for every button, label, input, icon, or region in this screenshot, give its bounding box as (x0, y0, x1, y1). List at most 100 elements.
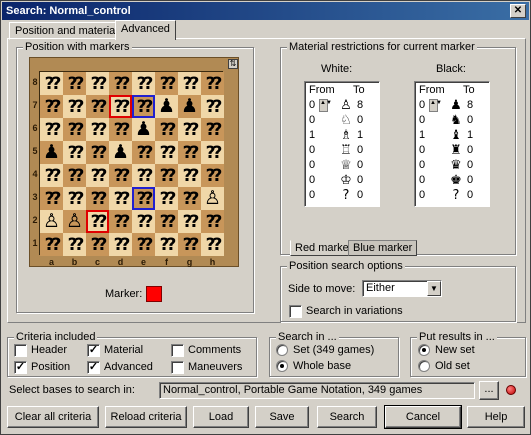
help-button[interactable]: Help (467, 406, 525, 428)
close-icon[interactable]: ✕ (510, 4, 526, 18)
from-value[interactable]: 0 (419, 158, 433, 173)
board-square-g2[interactable]: ?? (178, 210, 201, 233)
board-square-h7[interactable]: ?? (201, 95, 224, 118)
board-square-c5[interactable]: ?? (86, 141, 109, 164)
from-value[interactable]: 1 (309, 128, 323, 143)
board-square-h8[interactable]: ?? (201, 72, 224, 95)
board-square-c1[interactable]: ?? (86, 233, 109, 256)
board-square-g7[interactable]: ♟ (178, 95, 201, 118)
board-square-c4[interactable]: ?? (86, 164, 109, 187)
board-square-h3[interactable]: ♙ (201, 187, 224, 210)
white-material-row[interactable]: 0 ♔ 0 (305, 173, 379, 188)
board-square-d6[interactable]: ?? (109, 118, 132, 141)
board-square-a4[interactable]: ?? (40, 164, 63, 187)
board-square-d3[interactable]: ?? (109, 187, 132, 210)
board-square-a6[interactable]: ?? (40, 118, 63, 141)
board-square-a8[interactable]: ?? (40, 72, 63, 95)
white-material-row[interactable]: 0 ♙ 8 ▲▼ (305, 98, 379, 113)
board-square-e4[interactable]: ?? (132, 164, 155, 187)
board-square-f4[interactable]: ?? (155, 164, 178, 187)
to-value[interactable]: 0 (357, 143, 371, 158)
board-square-b7[interactable]: ?? (63, 95, 86, 118)
board-square-c6[interactable]: ?? (86, 118, 109, 141)
flip-board-icon[interactable]: ⇅ (228, 59, 238, 69)
save-button[interactable]: Save (255, 406, 309, 428)
new-set-radio[interactable] (418, 344, 430, 356)
board-square-c7[interactable]: ?? (86, 95, 109, 118)
board-square-e8[interactable]: ?? (132, 72, 155, 95)
criteria-checkbox-advanced[interactable]: ✓ (87, 361, 100, 374)
board-square-f5[interactable]: ?? (155, 141, 178, 164)
from-value[interactable]: 0 (419, 143, 433, 158)
spinner-icon[interactable]: ▲▼ (429, 99, 442, 112)
to-value[interactable]: 1 (467, 128, 481, 143)
board-square-b5[interactable]: ?? (63, 141, 86, 164)
board-square-b2[interactable]: ♙ (63, 210, 86, 233)
black-material-row[interactable]: 1 ♝ 1 (415, 128, 489, 143)
black-material-row[interactable]: 0 ♞ 0 (415, 113, 489, 128)
board-square-h1[interactable]: ?? (201, 233, 224, 256)
white-material-row[interactable]: 1 ♗ 1 (305, 128, 379, 143)
to-value[interactable]: 8 (467, 98, 481, 113)
to-value[interactable]: 0 (357, 113, 371, 128)
board-square-c2[interactable]: ?? (86, 210, 109, 233)
black-material-list[interactable]: From To 0 ♟ 8 ▲▼ 0 ♞ 0 1 ♝ 1 0 ♜ 0 0 ♛ 0 0 ♚ 0 0? 0 (414, 81, 490, 207)
from-value[interactable]: 0 (309, 173, 323, 188)
black-material-row[interactable]: 0 ♚ 0 (415, 173, 489, 188)
criteria-checkbox-position[interactable]: ✓ (14, 361, 27, 374)
board-square-d5[interactable]: ♟ (109, 141, 132, 164)
from-value[interactable]: 0 (419, 113, 433, 128)
reload-criteria-button[interactable]: Reload criteria (105, 406, 187, 428)
white-material-row[interactable]: 0? 0 (305, 188, 379, 203)
board-square-c8[interactable]: ?? (86, 72, 109, 95)
board-square-a2[interactable]: ♙ (40, 210, 63, 233)
from-value[interactable]: 0 (309, 143, 323, 158)
board-square-g4[interactable]: ?? (178, 164, 201, 187)
to-value[interactable]: 0 (467, 158, 481, 173)
set-radio[interactable] (276, 344, 288, 356)
board-square-f7[interactable]: ♟ (155, 95, 178, 118)
board-square-a7[interactable]: ?? (40, 95, 63, 118)
black-material-row[interactable]: 0 ♜ 0 (415, 143, 489, 158)
from-value[interactable]: 0 (309, 158, 323, 173)
search-in-variations-checkbox[interactable] (289, 305, 302, 318)
board-square-f8[interactable]: ?? (155, 72, 178, 95)
board-square-e7[interactable]: ?? (132, 95, 155, 118)
from-value[interactable]: 0 (309, 113, 323, 128)
board-square-e2[interactable]: ?? (132, 210, 155, 233)
tab-advanced[interactable]: Advanced (115, 20, 176, 40)
board-square-b1[interactable]: ?? (63, 233, 86, 256)
board-square-e3[interactable]: ?? (132, 187, 155, 210)
board-square-g6[interactable]: ?? (178, 118, 201, 141)
board-square-d7[interactable]: ?? (109, 95, 132, 118)
board-square-f1[interactable]: ?? (155, 233, 178, 256)
to-value[interactable]: 0 (357, 188, 371, 203)
board-square-g5[interactable]: ?? (178, 141, 201, 164)
board-square-g3[interactable]: ?? (178, 187, 201, 210)
board-square-a5[interactable]: ♟ (40, 141, 63, 164)
board-square-a3[interactable]: ?? (40, 187, 63, 210)
bases-field[interactable]: Normal_control, Portable Game Notation, … (159, 382, 475, 399)
criteria-checkbox-material[interactable]: ✓ (87, 344, 100, 357)
to-value[interactable]: 0 (467, 188, 481, 203)
criteria-checkbox-header[interactable] (14, 344, 27, 357)
to-value[interactable]: 1 (357, 128, 371, 143)
black-material-row[interactable]: 0 ♟ 8 ▲▼ (415, 98, 489, 113)
board-square-b4[interactable]: ?? (63, 164, 86, 187)
board-square-d2[interactable]: ?? (109, 210, 132, 233)
to-value[interactable]: 0 (467, 143, 481, 158)
tab-blue-marker[interactable]: Blue marker (348, 240, 418, 256)
to-value[interactable]: 0 (357, 173, 371, 188)
board-square-f6[interactable]: ?? (155, 118, 178, 141)
black-material-row[interactable]: 0 ♛ 0 (415, 158, 489, 173)
from-value[interactable]: 1 (419, 128, 433, 143)
white-material-list[interactable]: From To 0 ♙ 8 ▲▼ 0 ♘ 0 1 ♗ 1 0 ♖ 0 0 ♕ 0 0 ♔ 0 0? 0 (304, 81, 380, 207)
clear-all-criteria-button[interactable]: Clear all criteria (7, 406, 99, 428)
from-value[interactable]: 0 (419, 173, 433, 188)
board-square-e5[interactable]: ?? (132, 141, 155, 164)
to-value[interactable]: 0 (467, 173, 481, 188)
load-button[interactable]: Load (193, 406, 249, 428)
browse-bases-button[interactable]: ... (479, 381, 499, 400)
chess-board[interactable]: ?????????????????????????? ♟ ♟?????????? ♟?… (39, 71, 224, 256)
criteria-checkbox-comments[interactable] (171, 344, 184, 357)
